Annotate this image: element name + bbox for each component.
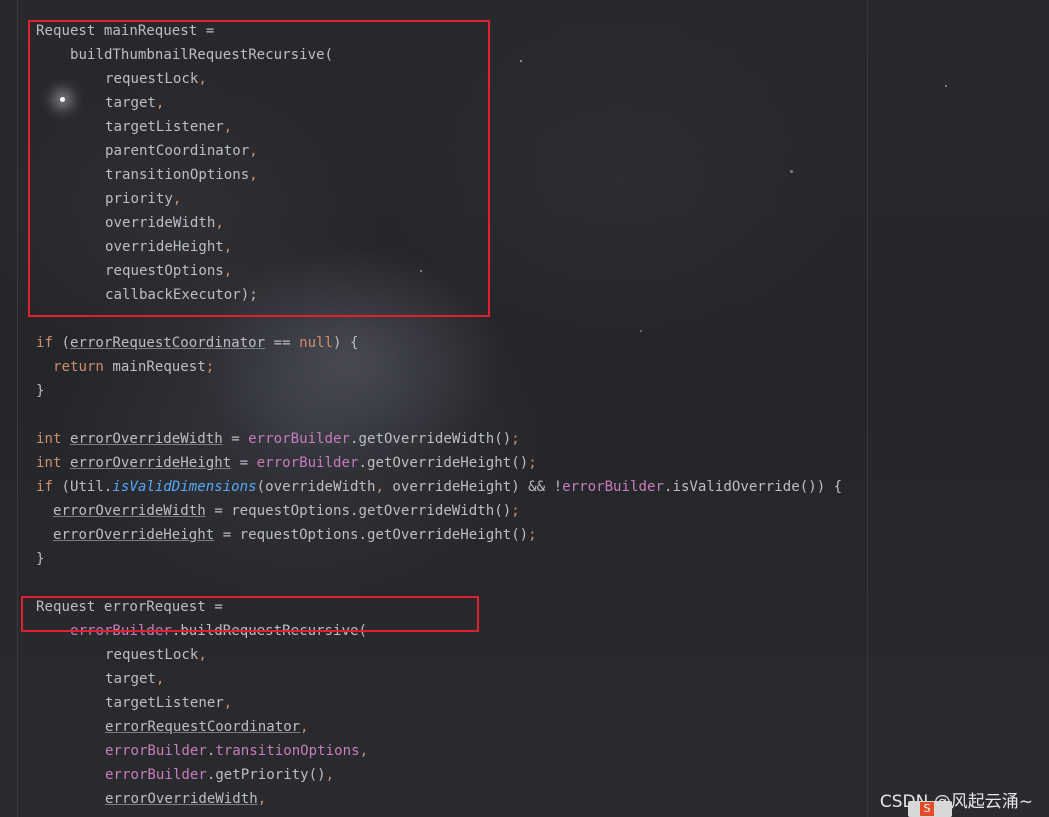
code-line[interactable]: errorOverrideWidth = requestOptions.getO…	[53, 499, 520, 523]
code-token: ;	[205, 359, 215, 375]
highlight-box-error-request	[21, 596, 479, 632]
code-token: requestLock	[105, 647, 199, 663]
code-token: errorBuilder	[256, 455, 359, 471]
code-line[interactable]: errorOverrideWidth,	[105, 787, 266, 811]
code-token: = requestOptions.getOverrideWidth()	[205, 503, 512, 519]
code-token: ,	[198, 647, 207, 663]
code-token: int	[36, 431, 62, 447]
code-token: if	[36, 335, 53, 351]
code-token: ,	[155, 671, 165, 687]
code-line[interactable]: }	[36, 547, 45, 571]
code-token: ;	[511, 503, 520, 519]
code-token: ;	[511, 431, 520, 447]
code-token: errorRequestCoordinator	[105, 719, 301, 735]
code-token: errorBuilder	[248, 431, 350, 447]
code-token: ,	[375, 479, 384, 495]
code-token: ;	[528, 527, 537, 543]
code-token: errorOverrideHeight	[53, 527, 215, 543]
code-token: .getPriority()	[206, 767, 326, 783]
code-token: ,	[325, 767, 335, 783]
code-token: (overrideWidth	[256, 479, 376, 495]
highlight-box-main-request	[28, 20, 490, 317]
code-token: }	[36, 383, 45, 399]
code-line[interactable]: targetListener,	[105, 691, 232, 715]
code-token: ,	[223, 695, 233, 711]
csdn-watermark: CSDN @风起云涌~	[879, 792, 1033, 812]
code-line[interactable]: return mainRequest;	[53, 355, 214, 379]
code-token: transitionOptions	[215, 743, 360, 759]
code-line[interactable]: if (Util.isValidDimensions(overrideWidth…	[36, 475, 842, 499]
code-line[interactable]: int errorOverrideHeight = errorBuilder.g…	[36, 451, 537, 475]
code-token: =	[231, 455, 257, 471]
code-token: ) {	[333, 335, 359, 351]
code-token: .getOverrideHeight()	[358, 455, 529, 471]
code-line[interactable]: errorBuilder.getPriority(),	[105, 763, 334, 787]
code-line[interactable]: target,	[105, 667, 164, 691]
code-token: .isValidOverride()) {	[663, 479, 843, 495]
code-token: ,	[300, 719, 309, 735]
code-token: (Util.	[52, 479, 113, 495]
code-line[interactable]: }	[36, 379, 45, 403]
corner-badge: S	[908, 801, 952, 817]
code-token: if	[36, 479, 53, 495]
code-token: .getOverrideWidth()	[350, 431, 512, 447]
code-token: errorBuilder	[105, 767, 207, 783]
code-token: targetListener	[105, 695, 224, 711]
code-token: errorOverrideWidth	[105, 791, 258, 807]
code-line[interactable]: int errorOverrideWidth = errorBuilder.ge…	[36, 427, 520, 451]
code-token: ,	[257, 791, 267, 807]
code-token: errorOverrideWidth	[69, 431, 223, 447]
code-token: isValidDimensions	[112, 479, 257, 495]
code-token: ,	[359, 743, 369, 759]
code-line[interactable]: errorRequestCoordinator,	[105, 715, 309, 739]
code-token: int	[36, 455, 62, 471]
code-token: errorBuilder	[562, 479, 664, 495]
code-token: errorOverrideHeight	[69, 455, 232, 471]
code-token: overrideHeight) && !	[383, 479, 563, 495]
code-token: target	[105, 671, 156, 687]
code-token: errorRequestCoordinator	[69, 335, 266, 351]
code-token: errorBuilder	[105, 743, 207, 759]
code-line[interactable]: if (errorRequestCoordinator == null) {	[36, 331, 359, 355]
code-token: errorOverrideWidth	[53, 503, 206, 519]
code-token: =	[222, 431, 249, 447]
code-token: return	[53, 359, 104, 375]
code-token: (	[52, 335, 70, 351]
code-token: }	[36, 551, 45, 567]
code-token: ==	[265, 335, 300, 351]
code-line[interactable]: errorBuilder.transitionOptions,	[105, 739, 368, 763]
code-token: mainRequest	[103, 359, 206, 375]
code-line[interactable]: errorOverrideHeight = requestOptions.get…	[53, 523, 537, 547]
code-token: = requestOptions.getOverrideHeight()	[214, 527, 529, 543]
code-line[interactable]: requestLock,	[105, 643, 207, 667]
code-token: null	[299, 335, 334, 351]
code-token: ;	[528, 455, 537, 471]
corner-badge-icon: S	[920, 802, 934, 816]
